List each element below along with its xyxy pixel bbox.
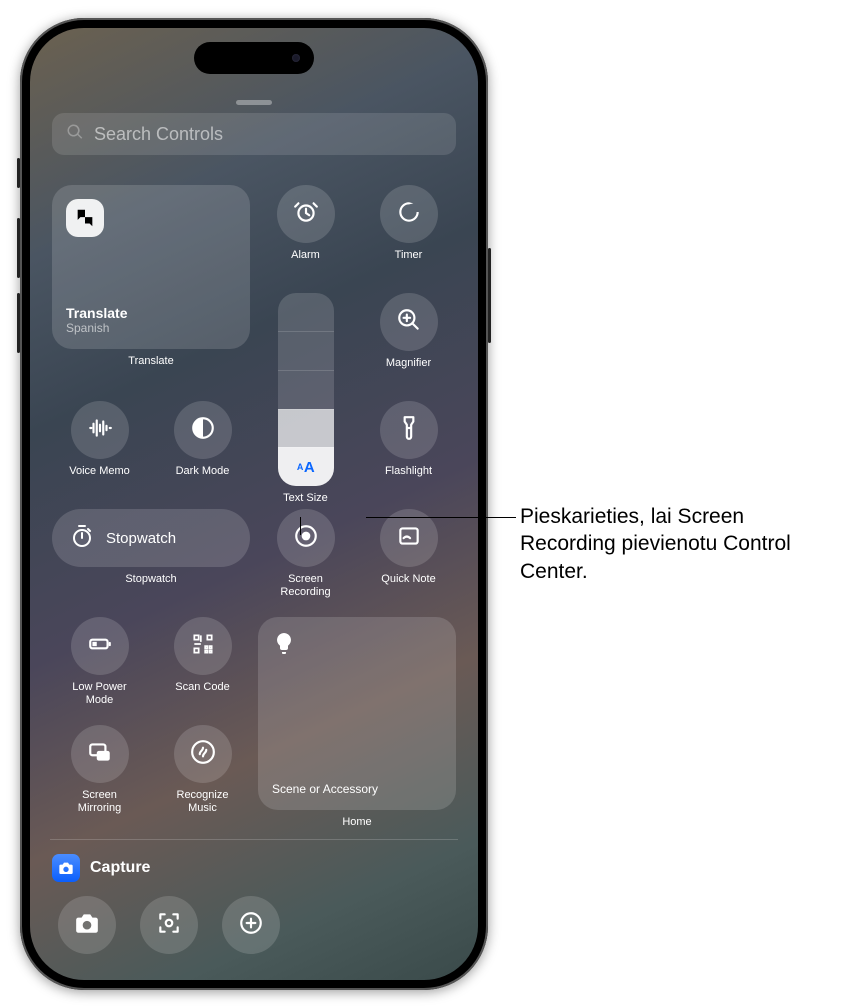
- recognize-music-control[interactable]: Recognize Music: [155, 725, 250, 829]
- voice-memo-control[interactable]: Voice Memo: [52, 401, 147, 505]
- qr-icon: [190, 631, 216, 662]
- shazam-icon: [190, 739, 216, 770]
- screen: Search Controls Translate Spanish Transl: [30, 28, 478, 980]
- timer-label: Timer: [395, 249, 423, 262]
- search-icon: [66, 123, 84, 146]
- flashlight-control[interactable]: Flashlight: [361, 401, 456, 505]
- alarm-icon: [293, 199, 319, 230]
- voice-memo-label: Voice Memo: [69, 465, 130, 478]
- screen-mirroring-control[interactable]: Screen Mirroring: [52, 725, 147, 829]
- section-divider: [50, 839, 458, 840]
- low-power-control[interactable]: Low Power Mode: [52, 617, 147, 721]
- magnifier-control[interactable]: Magnifier: [361, 293, 456, 397]
- flashlight-label: Flashlight: [385, 465, 432, 478]
- translate-title: Translate: [66, 305, 236, 321]
- scan-code-control[interactable]: Scan Code: [155, 617, 250, 721]
- home-widget[interactable]: Scene or Accessory Home: [258, 617, 456, 829]
- home-label: Home: [342, 816, 371, 829]
- volume-up-button: [17, 218, 20, 278]
- dark-mode-label: Dark Mode: [176, 465, 230, 478]
- timer-icon: [396, 199, 422, 230]
- translate-widget[interactable]: Translate Spanish Translate: [52, 185, 250, 397]
- timer-control[interactable]: Timer: [361, 185, 456, 289]
- alarm-control[interactable]: Alarm: [258, 185, 353, 289]
- dark-mode-icon: [190, 415, 216, 446]
- waveform-icon: [87, 415, 113, 446]
- mute-switch: [17, 158, 20, 188]
- quick-note-icon: [396, 523, 422, 554]
- text-size-indicator: AA: [278, 447, 334, 486]
- dynamic-island: [194, 42, 314, 74]
- volume-down-button: [17, 293, 20, 353]
- low-power-label: Low Power Mode: [72, 681, 126, 706]
- magnifier-label: Magnifier: [386, 357, 431, 370]
- screen-mirroring-label: Screen Mirroring: [78, 789, 121, 814]
- record-icon: [293, 523, 319, 554]
- capture-section-label: Capture: [90, 859, 150, 877]
- stopwatch-label: Stopwatch: [125, 573, 176, 586]
- search-controls-field[interactable]: Search Controls: [52, 113, 456, 155]
- magnifier-icon: [396, 307, 422, 338]
- screen-recording-label: Screen Recording: [280, 573, 330, 598]
- stopwatch-icon: [70, 524, 94, 553]
- iphone-frame: Search Controls Translate Spanish Transl: [20, 18, 488, 990]
- battery-icon: [87, 631, 113, 662]
- viewfinder-icon: [156, 910, 182, 941]
- stopwatch-control[interactable]: Stopwatch Stopwatch: [52, 509, 250, 613]
- capture-item-2[interactable]: [140, 896, 198, 954]
- side-button: [488, 248, 491, 343]
- capture-item-3[interactable]: [222, 896, 280, 954]
- home-widget-text: Scene or Accessory: [272, 782, 442, 796]
- camera-icon: [74, 910, 100, 941]
- callout-leader-line: [366, 517, 516, 518]
- plus-circle-icon: [238, 910, 264, 941]
- screen-recording-control[interactable]: Screen Recording: [258, 509, 353, 613]
- scan-code-label: Scan Code: [175, 681, 229, 694]
- recognize-music-label: Recognize Music: [177, 789, 229, 814]
- text-size-label: Text Size: [283, 492, 328, 505]
- search-placeholder: Search Controls: [94, 124, 223, 145]
- alarm-label: Alarm: [291, 249, 320, 262]
- quick-note-control[interactable]: Quick Note: [361, 509, 456, 613]
- bulb-icon: [272, 631, 442, 660]
- callout-text: Pieskarieties, lai Screen Recording piev…: [520, 503, 820, 585]
- stopwatch-pill-text: Stopwatch: [106, 530, 176, 547]
- translate-label: Translate: [128, 355, 173, 368]
- dark-mode-control[interactable]: Dark Mode: [155, 401, 250, 505]
- mirroring-icon: [87, 739, 113, 770]
- quick-note-label: Quick Note: [381, 573, 435, 586]
- translate-subtitle: Spanish: [66, 321, 236, 335]
- capture-section-header: Capture: [52, 854, 456, 882]
- text-size-control[interactable]: AA Text Size: [258, 293, 353, 505]
- flashlight-icon: [396, 415, 422, 446]
- translate-icon: [66, 199, 104, 237]
- callout-leader-tick: [300, 517, 301, 535]
- capture-item-1[interactable]: [58, 896, 116, 954]
- camera-app-icon: [52, 854, 80, 882]
